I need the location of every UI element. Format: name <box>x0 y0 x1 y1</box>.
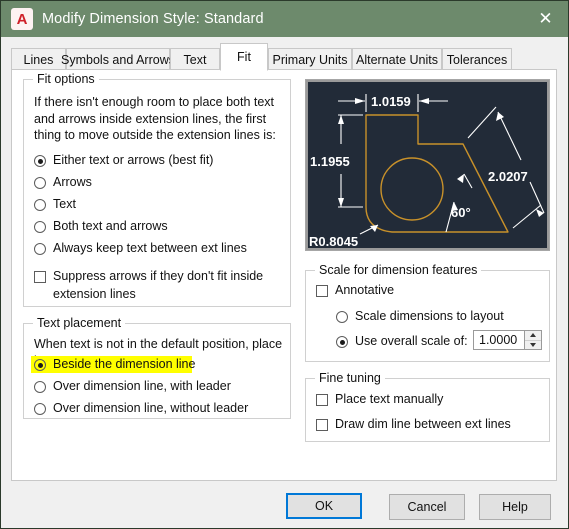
radio-indicator <box>34 199 46 211</box>
modify-dimension-style-dialog: A Modify Dimension Style: Standard ✕ Lin… <box>0 0 569 529</box>
close-icon[interactable]: ✕ <box>523 1 568 37</box>
checkbox-label: Suppress arrows if they don't fit inside <box>53 269 264 283</box>
fit-options-group: Fit options If there isn't enough room t… <box>23 72 291 307</box>
radio-label: Both text and arrows <box>53 219 168 233</box>
overall-scale-input[interactable]: 1.0000 <box>473 330 525 350</box>
fine-tuning-group: Fine tuning Place text manually Draw dim… <box>305 371 550 442</box>
autocad-logo-icon: A <box>11 8 33 30</box>
checkbox-label: Draw dim line between ext lines <box>335 417 511 431</box>
fit-options-description: If there isn't enough room to place both… <box>34 95 276 142</box>
radio-indicator <box>336 311 348 323</box>
checkbox-label: Place text manually <box>335 392 444 406</box>
scale-for-dimension-features-group: Scale for dimension features Annotative … <box>305 263 550 362</box>
checkbox-indicator <box>316 394 328 406</box>
radio-label: Over dimension line, with leader <box>53 379 231 393</box>
radio-indicator <box>34 403 46 415</box>
radio-label: Use overall scale of: <box>355 334 468 348</box>
text-placement-group-title: Text placement <box>33 316 126 330</box>
overall-scale-spin-buttons <box>525 330 542 350</box>
tab-primary-units[interactable]: Primary Units <box>268 48 352 70</box>
radio-beside-the-dimension-line[interactable]: Beside the dimension line <box>34 357 195 372</box>
radio-label: Scale dimensions to layout <box>355 309 504 323</box>
checkbox-label: Annotative <box>335 283 395 297</box>
text-placement-group: Text placement When text is not in the d… <box>23 316 291 419</box>
radio-indicator <box>34 177 46 189</box>
dialog-client-area: Lines Symbols and Arrows Text Fit Primar… <box>2 37 567 528</box>
radio-over-dimension-line-with-leader[interactable]: Over dimension line, with leader <box>34 379 231 394</box>
tab-lines[interactable]: Lines <box>11 48 66 70</box>
preview-dim-radius: R0.8045 <box>309 234 358 248</box>
preview-drawing: 1.0159 1.1955 R0.8045 60° 2.0207 <box>309 94 545 248</box>
checkbox-indicator <box>316 285 328 297</box>
preview-dim-slant: 2.0207 <box>488 169 528 184</box>
checkbox-suppress-arrows[interactable]: Suppress arrows if they don't fit inside <box>34 269 263 284</box>
radio-label: Text <box>53 197 76 211</box>
tab-strip: Lines Symbols and Arrows Text Fit Primar… <box>11 43 557 71</box>
preview-dim-angle: 60° <box>451 205 471 220</box>
tab-label: Primary Units <box>272 52 348 67</box>
tab-label: Fit <box>237 50 251 64</box>
checkbox-suppress-arrows-label-line2: extension lines <box>53 287 136 301</box>
tab-text[interactable]: Text <box>170 48 220 70</box>
radio-use-overall-scale-of[interactable]: Use overall scale of: <box>336 334 468 349</box>
fit-tab-page: Fit options If there isn't enough room t… <box>11 69 557 481</box>
radio-scale-dimensions-to-layout[interactable]: Scale dimensions to layout <box>336 309 504 324</box>
radio-label: Either text or arrows (best fit) <box>53 153 214 167</box>
tab-fit[interactable]: Fit <box>220 43 268 71</box>
preview-dim-width: 1.0159 <box>371 94 411 109</box>
radio-label: Always keep text between ext lines <box>53 241 247 255</box>
tab-label: Text <box>183 52 207 67</box>
overall-scale-spinner[interactable]: 1.0000 <box>473 330 542 350</box>
ok-button[interactable]: OK <box>286 493 362 519</box>
radio-indicator <box>34 221 46 233</box>
preview-dim-height: 1.1955 <box>310 154 350 169</box>
dimension-preview: 1.0159 1.1955 R0.8045 60° 2.0207 <box>305 79 550 251</box>
tab-tolerances[interactable]: Tolerances <box>442 48 512 70</box>
radio-arrows[interactable]: Arrows <box>34 175 92 190</box>
fit-options-group-title: Fit options <box>33 72 99 86</box>
radio-indicator <box>34 155 46 167</box>
checkbox-draw-dim-line-between-ext-lines[interactable]: Draw dim line between ext lines <box>316 417 511 432</box>
tab-alternate-units[interactable]: Alternate Units <box>352 48 442 70</box>
tab-symbols-and-arrows[interactable]: Symbols and Arrows <box>61 48 175 70</box>
checkbox-annotative[interactable]: Annotative <box>316 283 394 298</box>
checkbox-indicator <box>316 419 328 431</box>
radio-over-dimension-line-without-leader[interactable]: Over dimension line, without leader <box>34 401 248 416</box>
tab-label: Tolerances <box>446 52 508 67</box>
radio-always-keep-text-between-ext-lines[interactable]: Always keep text between ext lines <box>34 241 247 256</box>
window-title: Modify Dimension Style: Standard <box>42 11 264 27</box>
radio-label: Arrows <box>53 175 92 189</box>
spinner-up-icon[interactable] <box>525 331 541 341</box>
radio-both-text-and-arrows[interactable]: Both text and arrows <box>34 219 168 234</box>
spinner-down-icon[interactable] <box>525 340 541 349</box>
dimension-preview-canvas: 1.0159 1.1955 R0.8045 60° 2.0207 <box>308 82 547 248</box>
help-button[interactable]: Help <box>479 494 551 520</box>
radio-indicator <box>34 359 46 371</box>
radio-indicator <box>34 243 46 255</box>
radio-indicator <box>34 381 46 393</box>
radio-indicator <box>336 336 348 348</box>
radio-either-text-or-arrows[interactable]: Either text or arrows (best fit) <box>34 153 213 168</box>
tab-label: Lines <box>23 52 54 67</box>
radio-text[interactable]: Text <box>34 197 76 212</box>
tab-label: Symbols and Arrows <box>61 52 175 67</box>
scale-features-group-title: Scale for dimension features <box>315 263 482 277</box>
checkbox-place-text-manually[interactable]: Place text manually <box>316 392 443 407</box>
radio-label: Over dimension line, without leader <box>53 401 249 415</box>
checkbox-indicator <box>34 271 46 283</box>
radio-label: Beside the dimension line <box>53 357 196 371</box>
fine-tuning-group-title: Fine tuning <box>315 371 385 385</box>
title-bar: A Modify Dimension Style: Standard ✕ <box>1 1 568 37</box>
tab-label: Alternate Units <box>356 52 438 67</box>
cancel-button[interactable]: Cancel <box>389 494 465 520</box>
